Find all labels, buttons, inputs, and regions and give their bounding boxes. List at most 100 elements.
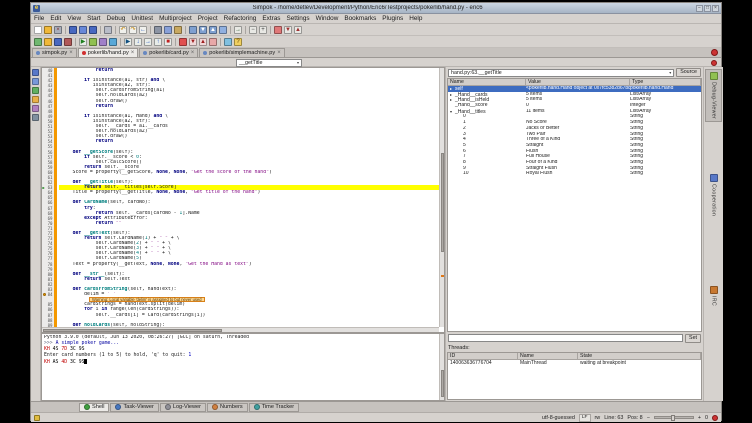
menu-plugins[interactable]: Plugins <box>382 15 403 22</box>
search-button[interactable] <box>188 25 198 35</box>
multiproject-viewer-icon[interactable] <box>32 78 39 85</box>
bottom-tab-numbers[interactable]: Numbers <box>207 403 248 412</box>
bottom-tab-shell[interactable]: Shell <box>79 403 109 412</box>
menu-bookmarks[interactable]: Bookmarks <box>344 15 376 22</box>
revert-button[interactable]: ← <box>138 25 148 35</box>
call-stack-combo[interactable]: hand.py:63.__getTitle ▾ <box>448 69 674 77</box>
goto-line-button[interactable]: → <box>233 25 243 35</box>
profile-script-button[interactable] <box>98 37 108 47</box>
toggle-breakpoint-button[interactable] <box>178 37 188 47</box>
undo-button[interactable]: ↶ <box>118 25 128 35</box>
step-into-button[interactable]: ↓ <box>133 37 143 47</box>
replace-button[interactable] <box>218 25 228 35</box>
menu-settings[interactable]: Settings <box>286 15 309 22</box>
project-viewer-icon[interactable] <box>32 69 39 76</box>
bottom-tab-task-viewer[interactable]: Task-Viewer <box>110 403 158 412</box>
threads-column-header[interactable]: Name <box>518 353 578 359</box>
shell-vertical-scrollbar[interactable] <box>439 334 444 400</box>
maximize-button[interactable]: □ <box>704 5 711 12</box>
title-bar[interactable]: e Simpok - /home/detlev/Development/Pyth… <box>31 3 721 14</box>
save-project-button[interactable] <box>53 37 63 47</box>
zoom-slider[interactable] <box>654 416 694 419</box>
locals-column-header[interactable]: Value <box>526 79 630 85</box>
menu-file[interactable]: File <box>34 15 44 22</box>
close-tab-icon[interactable]: × <box>69 50 73 56</box>
scrollbar-thumb[interactable] <box>441 370 444 396</box>
editor-tab[interactable]: pokerlib/simplemachine.py× <box>199 48 284 57</box>
menu-debug[interactable]: Debug <box>107 15 126 22</box>
menu-window[interactable]: Window <box>316 15 339 22</box>
bottom-tab-time-tracker[interactable]: Time Tracker <box>249 403 299 412</box>
copy-button[interactable] <box>163 25 173 35</box>
menu-view[interactable]: View <box>67 15 81 22</box>
step-out-button[interactable]: ↑ <box>153 37 163 47</box>
tab-bar-close-indicator[interactable] <box>711 49 718 56</box>
new-project-button[interactable] <box>33 37 43 47</box>
bookmark-prev-button[interactable]: ▲ <box>293 25 303 35</box>
save-all-button[interactable] <box>88 25 98 35</box>
template-viewer-icon[interactable] <box>32 87 39 94</box>
variables-filter-input[interactable] <box>448 334 683 342</box>
paste-button[interactable] <box>173 25 183 35</box>
source-button[interactable]: Source <box>676 68 701 77</box>
close-tab-icon[interactable]: × <box>191 50 195 56</box>
readwrite-indicator[interactable]: rw <box>595 415 601 421</box>
file-browser-icon[interactable] <box>32 96 39 103</box>
symbol-navigator-combo[interactable]: __getTitle ▾ <box>236 59 302 67</box>
menu-start[interactable]: Start <box>87 15 101 22</box>
zoom-out-button[interactable]: − <box>647 415 650 421</box>
scrollbar-thumb[interactable] <box>441 153 444 251</box>
code-editor[interactable]: 40 return4142 if isinstance(a1, str) and… <box>41 67 445 333</box>
editor-vertical-scrollbar[interactable] <box>439 68 444 327</box>
search-next-button[interactable]: ▼ <box>198 25 208 35</box>
save-as-button[interactable] <box>78 25 88 35</box>
open-project-button[interactable] <box>43 37 53 47</box>
bottom-tab-log-viewer[interactable]: Log-Viewer <box>160 403 206 412</box>
menu-help[interactable]: Help <box>409 15 422 22</box>
close-tab-icon[interactable]: × <box>131 50 135 56</box>
zoom-out-button[interactable]: − <box>248 25 258 35</box>
save-button[interactable] <box>68 25 78 35</box>
redo-button[interactable]: ↷ <box>128 25 138 35</box>
threads-column-header[interactable]: ID <box>448 353 518 359</box>
next-breakpoint-button[interactable]: ▼ <box>188 37 198 47</box>
open-button[interactable] <box>43 25 53 35</box>
scrollbar-thumb[interactable] <box>43 329 222 332</box>
zoom-in-button[interactable]: + <box>258 25 268 35</box>
run-script-button[interactable]: ▶ <box>78 37 88 47</box>
menu-project[interactable]: Project <box>198 15 218 22</box>
debug-script-button[interactable] <box>88 37 98 47</box>
menu-multiproject[interactable]: Multiproject <box>159 15 192 22</box>
editor-horizontal-scrollbar[interactable] <box>42 327 439 332</box>
threads-column-header[interactable]: State <box>578 353 701 359</box>
print-button[interactable] <box>103 25 113 35</box>
minimize-button[interactable]: − <box>696 5 703 12</box>
locals-row[interactable]: 10Royal FlushString <box>448 171 701 177</box>
bookmark-next-button[interactable]: ▼ <box>283 25 293 35</box>
sidebar-tab-irc[interactable]: IRC <box>705 283 722 309</box>
menu-extras[interactable]: Extras <box>262 15 280 22</box>
encoding-indicator[interactable]: utf-8-guessed <box>542 415 575 421</box>
step-over-button[interactable]: → <box>143 37 153 47</box>
menu-refactoring[interactable]: Refactoring <box>224 15 257 22</box>
zoom-slider-thumb[interactable] <box>671 415 675 421</box>
close-button[interactable]: × <box>712 5 719 12</box>
close-project-button[interactable] <box>63 37 73 47</box>
bookmark-toggle-button[interactable] <box>273 25 283 35</box>
clear-breakpoints-button[interactable] <box>208 37 218 47</box>
sidebar-tab-debug-viewer[interactable]: Debug-Viewer <box>705 69 722 122</box>
thread-row[interactable]: 140063636776704MainThreadwaiting at brea… <box>448 360 701 366</box>
menu-unittest[interactable]: Unittest <box>131 15 153 22</box>
check-script-button[interactable] <box>108 37 118 47</box>
cut-button[interactable] <box>153 25 163 35</box>
python-shell[interactable]: Python 3.9.0 (default, Jun 13 2020, 08:2… <box>41 333 445 401</box>
zoom-in-button[interactable]: + <box>698 415 701 421</box>
continue-button[interactable]: ▶ <box>123 37 133 47</box>
symbols-icon[interactable] <box>32 105 39 112</box>
editor-tab[interactable]: pokerlib/hand.py× <box>78 48 139 57</box>
locals-column-header[interactable]: Type <box>630 79 701 85</box>
close-tab-icon[interactable]: × <box>277 50 281 56</box>
editor-tab[interactable]: pokerlib/card.py× <box>139 48 198 57</box>
editor-tab[interactable]: simpok.py× <box>32 48 77 57</box>
set-filter-button[interactable]: Set <box>685 334 701 343</box>
